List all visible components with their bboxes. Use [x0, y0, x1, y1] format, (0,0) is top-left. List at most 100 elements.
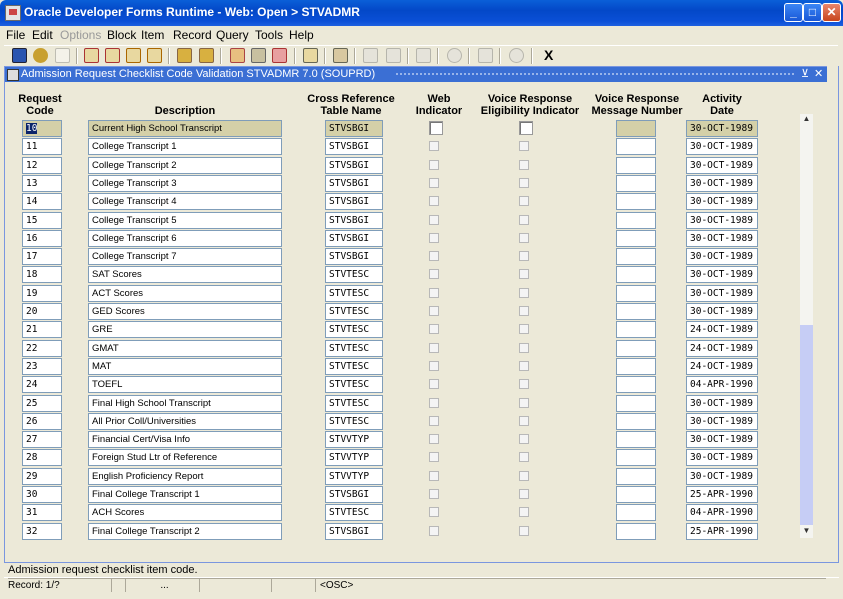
previous-block-icon[interactable]	[84, 48, 99, 63]
voice-message-field[interactable]	[616, 486, 656, 503]
cross-reference-field[interactable]: STVSBGI	[325, 212, 383, 229]
request-code-field[interactable]: 13	[22, 175, 62, 192]
activity-date-field[interactable]: 25-APR-1990	[686, 486, 758, 503]
activity-date-field[interactable]: 24-OCT-1989	[686, 358, 758, 375]
description-field[interactable]: ACT Scores	[88, 285, 282, 302]
voice-eligibility-checkbox[interactable]	[519, 178, 529, 188]
menu-record[interactable]: Record	[173, 28, 212, 42]
request-code-field[interactable]: 25	[22, 395, 62, 412]
voice-eligibility-checkbox[interactable]	[519, 288, 529, 298]
voice-eligibility-checkbox[interactable]	[519, 416, 529, 426]
menu-tools[interactable]: Tools	[255, 28, 283, 42]
voice-eligibility-checkbox[interactable]	[519, 251, 529, 261]
enter-query-icon[interactable]	[177, 48, 192, 63]
voice-message-field[interactable]	[616, 358, 656, 375]
list-values-icon[interactable]	[478, 48, 493, 63]
web-indicator-checkbox[interactable]	[429, 215, 439, 225]
request-code-field[interactable]: 30	[22, 486, 62, 503]
voice-message-field[interactable]	[616, 193, 656, 210]
web-indicator-checkbox[interactable]	[429, 489, 439, 499]
description-field[interactable]: Foreign Stud Ltr of Reference	[88, 449, 282, 466]
menu-help[interactable]: Help	[289, 28, 314, 42]
activity-date-field[interactable]: 30-OCT-1989	[686, 157, 758, 174]
voice-message-field[interactable]	[616, 248, 656, 265]
cross-reference-field[interactable]: STVSBGI	[325, 175, 383, 192]
web-indicator-checkbox[interactable]	[429, 288, 439, 298]
activity-date-field[interactable]: 30-OCT-1989	[686, 193, 758, 210]
voice-eligibility-checkbox[interactable]	[519, 324, 529, 334]
description-field[interactable]: MAT	[88, 358, 282, 375]
cross-reference-field[interactable]: STVSBGI	[325, 120, 383, 137]
remove-record-icon[interactable]	[251, 48, 266, 63]
voice-eligibility-checkbox[interactable]	[519, 343, 529, 353]
request-code-field[interactable]: 19	[22, 285, 62, 302]
voice-message-field[interactable]	[616, 395, 656, 412]
cross-reference-field[interactable]: STVTESC	[325, 504, 383, 521]
voice-eligibility-checkbox[interactable]	[519, 398, 529, 408]
request-code-field[interactable]: 15	[22, 212, 62, 229]
menu-block[interactable]: Block	[107, 28, 136, 42]
request-code-field[interactable]: 10	[22, 120, 62, 137]
request-code-field[interactable]: 27	[22, 431, 62, 448]
description-field[interactable]: All Prior Coll/Universities	[88, 413, 282, 430]
next-block-icon[interactable]	[105, 48, 120, 63]
request-code-field[interactable]: 21	[22, 321, 62, 338]
web-indicator-checkbox[interactable]	[429, 141, 439, 151]
scroll-down-icon[interactable]: ▼	[800, 526, 813, 538]
voice-eligibility-checkbox[interactable]	[519, 196, 529, 206]
description-field[interactable]: College Transcript 7	[88, 248, 282, 265]
web-indicator-checkbox[interactable]	[429, 471, 439, 481]
web-indicator-checkbox[interactable]	[429, 434, 439, 444]
rollback-icon[interactable]	[33, 48, 48, 63]
cross-reference-field[interactable]: STVTESC	[325, 395, 383, 412]
request-code-field[interactable]: 28	[22, 449, 62, 466]
lock-record-icon[interactable]	[303, 48, 318, 63]
voice-eligibility-checkbox[interactable]	[519, 489, 529, 499]
cross-reference-field[interactable]: STVTESC	[325, 413, 383, 430]
scroll-up-icon[interactable]: ▲	[800, 114, 813, 126]
voice-message-field[interactable]	[616, 303, 656, 320]
description-field[interactable]: Final College Transcript 1	[88, 486, 282, 503]
voice-message-field[interactable]	[616, 431, 656, 448]
form-restore-icon[interactable]: ⊻	[801, 67, 809, 80]
activity-date-field[interactable]: 04-APR-1990	[686, 376, 758, 393]
menu-edit[interactable]: Edit	[32, 28, 53, 42]
web-indicator-checkbox[interactable]	[429, 196, 439, 206]
cross-reference-field[interactable]: STVTESC	[325, 340, 383, 357]
voice-message-field[interactable]	[616, 230, 656, 247]
voice-eligibility-checkbox[interactable]	[519, 215, 529, 225]
voice-message-field[interactable]	[616, 321, 656, 338]
cross-reference-field[interactable]: STVTESC	[325, 321, 383, 338]
voice-message-field[interactable]	[616, 175, 656, 192]
request-code-field[interactable]: 23	[22, 358, 62, 375]
web-indicator-checkbox[interactable]	[429, 416, 439, 426]
web-indicator-checkbox[interactable]	[429, 507, 439, 517]
vertical-scrollbar[interactable]: ▲ ▼	[800, 114, 813, 538]
request-code-field[interactable]: 14	[22, 193, 62, 210]
exit-button[interactable]: X	[544, 47, 553, 63]
request-code-field[interactable]: 17	[22, 248, 62, 265]
copy-icon[interactable]	[386, 48, 401, 63]
activity-date-field[interactable]: 30-OCT-1989	[686, 413, 758, 430]
voice-message-field[interactable]	[616, 120, 656, 137]
activity-date-field[interactable]: 30-OCT-1989	[686, 395, 758, 412]
web-indicator-checkbox[interactable]	[429, 251, 439, 261]
web-indicator-checkbox[interactable]	[429, 452, 439, 462]
menu-file[interactable]: File	[6, 28, 25, 42]
insert-record-icon[interactable]	[230, 48, 245, 63]
description-field[interactable]: ACH Scores	[88, 504, 282, 521]
voice-message-field[interactable]	[616, 285, 656, 302]
description-field[interactable]: College Transcript 1	[88, 138, 282, 155]
request-code-field[interactable]: 26	[22, 413, 62, 430]
menu-query[interactable]: Query	[216, 28, 249, 42]
description-field[interactable]: Final College Transcript 2	[88, 523, 282, 540]
voice-eligibility-checkbox[interactable]	[519, 471, 529, 481]
cross-reference-field[interactable]: STVSBGI	[325, 193, 383, 210]
web-indicator-checkbox[interactable]	[429, 121, 443, 135]
voice-message-field[interactable]	[616, 413, 656, 430]
web-indicator-checkbox[interactable]	[429, 233, 439, 243]
activity-date-field[interactable]: 24-OCT-1989	[686, 321, 758, 338]
web-indicator-checkbox[interactable]	[429, 343, 439, 353]
menu-options[interactable]: Options	[60, 28, 101, 42]
voice-eligibility-checkbox[interactable]	[519, 269, 529, 279]
